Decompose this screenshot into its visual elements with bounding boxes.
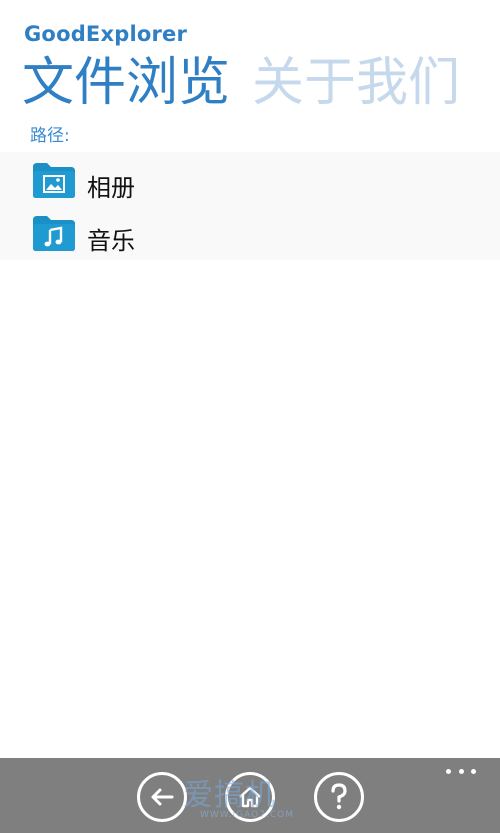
watermark-url: WWW.IGAO7.COM xyxy=(200,810,294,820)
file-name: 音乐 xyxy=(87,227,135,255)
tab-about-us[interactable]: 关于我们 xyxy=(252,50,460,116)
pivot-header: 文件浏览 关于我们 xyxy=(22,50,500,116)
watermark-logo: 爱搞机 xyxy=(183,778,276,813)
more-options-button[interactable] xyxy=(446,766,476,776)
path-label: 路径: xyxy=(30,126,70,146)
file-list: 相册 音乐 xyxy=(0,152,500,260)
music-folder-icon xyxy=(32,214,76,252)
help-button[interactable] xyxy=(314,772,364,822)
back-arrow-icon xyxy=(151,788,174,806)
ellipsis-icon xyxy=(446,768,451,774)
tab-file-browser[interactable]: 文件浏览 xyxy=(22,50,230,116)
file-name: 相册 xyxy=(87,174,135,202)
pictures-folder-icon xyxy=(32,161,76,199)
list-item-pictures[interactable]: 相册 xyxy=(0,158,500,210)
back-button[interactable] xyxy=(137,772,187,822)
app-title: GoodExplorer xyxy=(24,22,188,46)
help-icon xyxy=(331,783,347,810)
list-item-music[interactable]: 音乐 xyxy=(0,211,500,263)
